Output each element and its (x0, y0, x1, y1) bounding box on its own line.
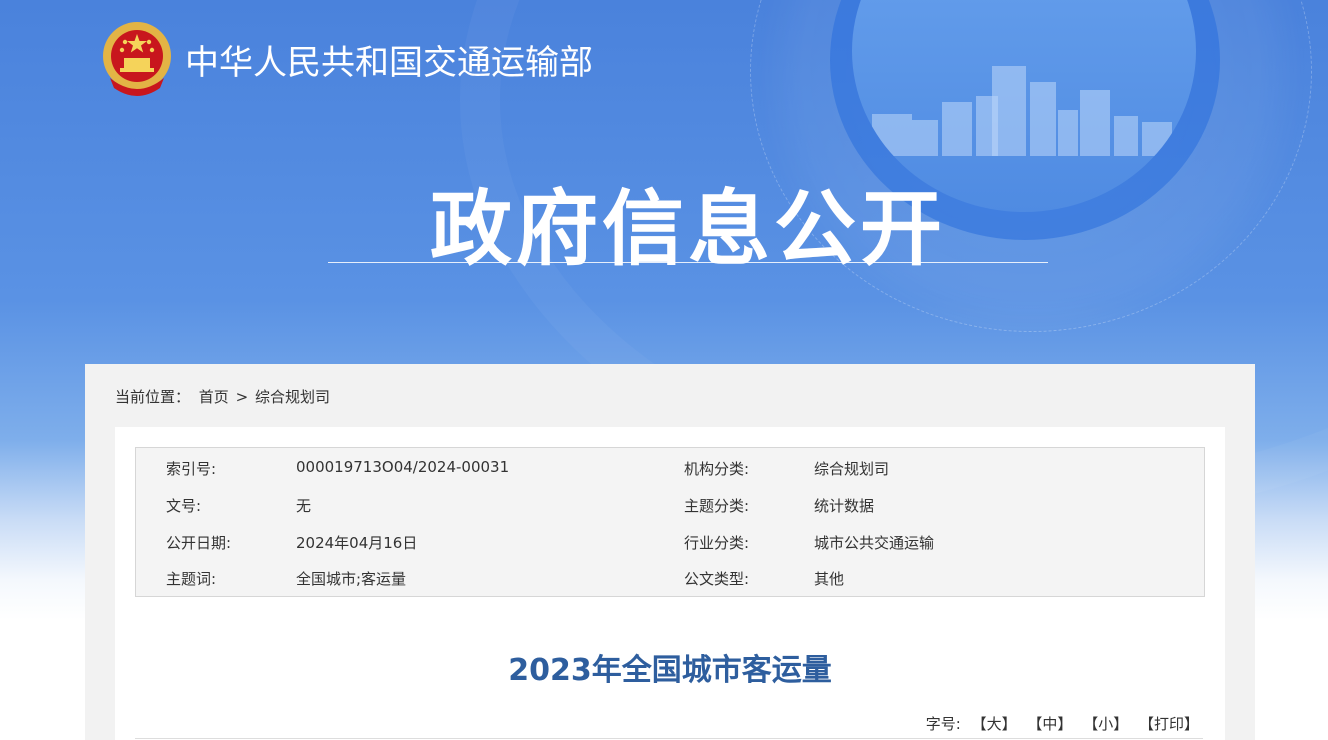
content-divider (135, 738, 1203, 739)
article-card: 索引号: 000019713O04/2024-00031 机构分类: 综合规划司… (115, 427, 1225, 740)
keywords-label: 主题词: (166, 570, 217, 588)
breadcrumb: 当前位置： 首页 > 综合规划司 (115, 386, 330, 407)
hero-title: 政府信息公开 (429, 182, 946, 277)
keywords-value: 全国城市;客运量 (296, 570, 407, 588)
date-value: 2024年04月16日 (296, 534, 418, 552)
industry-value: 城市公共交通运输 (814, 534, 935, 552)
industry-label: 行业分类: (684, 534, 750, 552)
hero-underline (328, 262, 1048, 263)
index-label: 索引号: (166, 460, 217, 478)
article-title: 2023年全国城市客运量 (508, 653, 832, 688)
doc-type-value: 其他 (814, 570, 845, 588)
font-size-label: 字号: (925, 715, 961, 733)
agency-label: 机构分类: (684, 460, 750, 478)
doc-no-value: 无 (296, 497, 312, 515)
breadcrumb-current-link[interactable]: 综合规划司 (255, 388, 330, 406)
agency-value: 综合规划司 (814, 460, 890, 478)
font-medium-button[interactable]: 【中】 (1027, 715, 1072, 733)
print-button[interactable]: 【打印】 (1139, 715, 1199, 733)
breadcrumb-label: 当前位置： (115, 388, 191, 406)
site-title[interactable]: 中华人民共和国交通运输部 (185, 35, 593, 84)
national-emblem-icon (103, 22, 171, 96)
content-panel: 当前位置： 首页 > 综合规划司 索引号: 000019713O04/2024-… (85, 364, 1255, 740)
font-small-button[interactable]: 【小】 (1083, 715, 1128, 733)
topic-label: 主题分类: (684, 497, 750, 515)
doc-no-label: 文号: (166, 497, 202, 515)
date-label: 公开日期: (166, 534, 232, 552)
document-metadata-table: 索引号: 000019713O04/2024-00031 机构分类: 综合规划司… (135, 447, 1205, 597)
font-size-controls: 字号: 【大】 【中】 【小】 【打印】 (926, 713, 1199, 734)
topic-value: 统计数据 (814, 497, 875, 515)
font-large-button[interactable]: 【大】 (972, 715, 1017, 733)
index-value: 000019713O04/2024-00031 (296, 458, 510, 476)
breadcrumb-home-link[interactable]: 首页 (199, 388, 229, 406)
doc-type-label: 公文类型: (684, 570, 750, 588)
breadcrumb-separator: > (235, 388, 249, 406)
